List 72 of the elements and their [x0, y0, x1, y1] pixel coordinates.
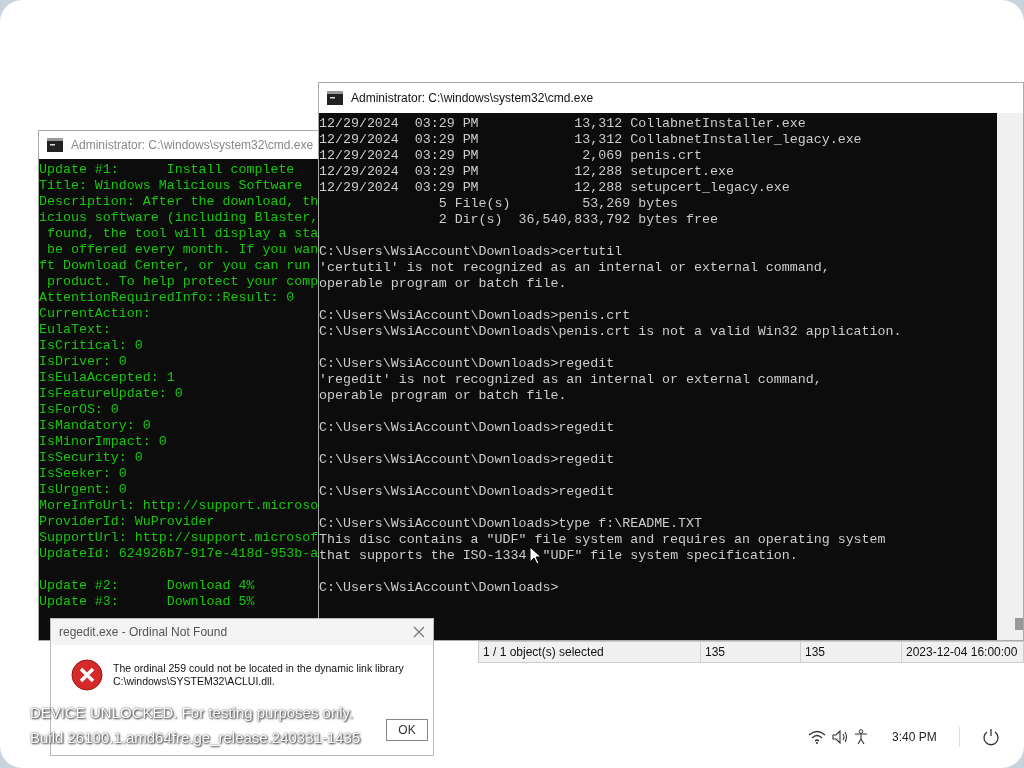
console-line: that supports the ISO-1334 — [319, 548, 527, 564]
console-line: MoreInfoUrl: http://support.microso — [39, 498, 318, 514]
console-line: IsFeatureUpdate: 0 — [39, 386, 183, 402]
error-icon — [71, 659, 103, 691]
console-line: CurrentAction: — [39, 306, 151, 322]
console-icon — [47, 138, 63, 152]
console-line: AttentionRequiredInfo::Result: 0 — [39, 290, 295, 306]
console-line: product. To help protect your comp — [45, 274, 318, 290]
system-watermark: DEVICE UNLOCKED. For testing purposes only. — [30, 703, 355, 725]
console-line: ft Download Center, or you can run — [39, 258, 311, 274]
console-line: icious software (including Blaster, — [39, 210, 318, 226]
console-line: 'certutil' is not recognized as an internal or external command, — [319, 260, 830, 276]
wifi-icon — [808, 730, 826, 744]
console-line: IsUrgent: 0 — [39, 482, 127, 498]
console-line: 'regedit' is not recognized as an internal or external command, — [319, 372, 822, 388]
console-line: 12/29/2024 03:29 PM 13,312 CollabnetInstaller_legacy.exe — [319, 132, 862, 148]
window-title: Administrator: C:\windows\system32\cmd.exe — [71, 138, 314, 152]
console-line: C:\Users\WsiAccount\Downloads>type f:\README.TXT — [319, 516, 702, 532]
dialog-title: regedit.exe - Ordinal Not Found — [59, 625, 228, 639]
console-line: ProviderId: WuProvider — [39, 514, 215, 530]
console-line: be offered every month. If you wan — [45, 242, 318, 258]
speaker-icon — [832, 730, 848, 744]
console-line: C:\Users\WsiAccount\Downloads>penis.crt — [319, 308, 631, 324]
console-line: "UDF" file system specification. — [542, 548, 798, 564]
console-line: IsCritical: 0 — [39, 338, 143, 354]
clock[interactable]: 3:40 PM — [892, 730, 937, 744]
console-line: Update #3: Download 5% — [39, 594, 255, 610]
status-cell: 1 / 1 object(s) selected — [479, 642, 701, 662]
console-line: C:\Users\WsiAccount\Downloads> — [319, 580, 559, 596]
console-line: C:\Users\WsiAccount\Downloads>regedit — [319, 420, 615, 436]
console-line: found, the tool will display a sta — [45, 226, 318, 242]
console-icon — [327, 91, 343, 105]
status-cell: 135 — [701, 642, 801, 662]
console-line: Update #2: Download 4% — [39, 578, 255, 594]
console-line: C:\Users\WsiAccount\Downloads>regedit — [319, 452, 615, 468]
console-line: Description: After the download, th — [39, 194, 318, 210]
console-line: 12/29/2024 03:29 PM 12,288 setupcert_legacy.exe — [319, 180, 790, 196]
console-line: 5 File(s) 53,269 bytes — [437, 196, 679, 212]
console-line: This disc contains a "UDF" file system and requires an operating system — [319, 532, 886, 548]
status-cell-text: 2023-12-04 16:00:00 — [905, 644, 1019, 661]
console-line: EulaText: — [39, 322, 111, 338]
mouse-pointer-icon — [529, 546, 541, 565]
console-line: Update #1: Install complete — [39, 162, 295, 178]
ok-button[interactable]: OK — [386, 719, 428, 741]
console-line: IsSecurity: 0 — [39, 450, 143, 466]
console-line: 2 Dir(s) 36,540,833,792 bytes free — [437, 212, 718, 228]
console-line: SupportUrl: http://support.microsof — [39, 530, 318, 546]
console-line: IsSeeker: 0 — [39, 466, 127, 482]
console-line: IsForOS: 0 — [39, 402, 119, 418]
console-line: IsMinorImpact: 0 — [39, 434, 167, 450]
status-cell: 135 — [801, 642, 902, 662]
console-line: 12/29/2024 03:29 PM 13,312 CollabnetInstaller.exe — [319, 116, 806, 132]
console-line: IsMandatory: 0 — [39, 418, 151, 434]
scrollbar[interactable] — [997, 113, 1023, 640]
error-message: The ordinal 259 could not be located in the dynamic link library C:\windows\SYSTEM32\ACLUI.dll. — [113, 662, 405, 688]
accessibility-icon — [854, 729, 868, 745]
window-title: Administrator: C:\windows\system32\cmd.exe — [351, 91, 594, 105]
power-icon — [981, 728, 1000, 746]
console-line: UpdateId: 624926b7-917e-418d-953b-a — [39, 546, 318, 562]
system-watermark: Build 26100.1.amd64fre.ge_release.240331-1435 — [30, 728, 361, 750]
console-line: IsEulaAccepted: 1 — [39, 370, 175, 386]
console-line: C:\Users\WsiAccount\Downloads>certutil — [319, 244, 623, 260]
console-line: C:\Users\WsiAccount\Downloads>regedit — [319, 484, 615, 500]
console-line: Title: Windows Malicious Software — [39, 178, 303, 194]
console-line: operable program or batch file. — [319, 388, 567, 404]
close-icon — [413, 626, 425, 638]
console-line: C:\Users\WsiAccount\Downloads\penis.crt is not a valid Win32 application. — [319, 324, 902, 340]
console-line: 12/29/2024 03:29 PM 2,069 penis.crt — [319, 148, 702, 164]
console-line: operable program or batch file. — [319, 276, 567, 292]
console-line: 12/29/2024 03:29 PM 12,288 setupcert.exe — [319, 164, 734, 180]
console-line: C:\Users\WsiAccount\Downloads>regedit — [319, 356, 615, 372]
console-line: IsDriver: 0 — [39, 354, 127, 370]
